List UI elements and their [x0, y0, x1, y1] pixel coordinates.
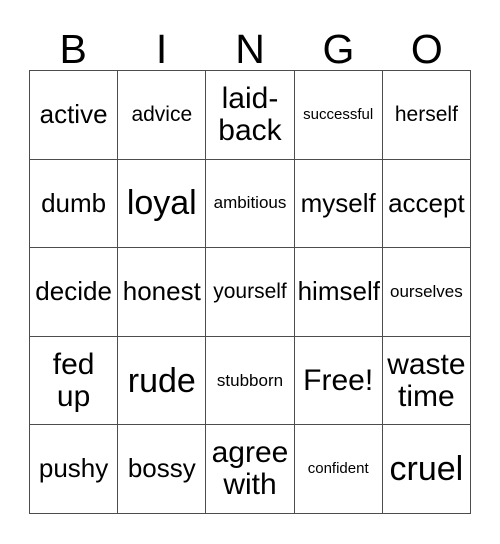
bingo-cell-label: accept — [388, 187, 465, 218]
bingo-cell[interactable]: cruel — [382, 425, 471, 514]
bingo-cell-label: confident — [307, 460, 369, 478]
bingo-cell-label: fed up — [52, 347, 95, 413]
bingo-cell[interactable]: herself — [382, 71, 471, 160]
bingo-grid: active advice laid- back successful herself d… — [29, 70, 471, 514]
bingo-cell[interactable]: pushy — [30, 425, 119, 514]
bingo-cell-label: active — [39, 99, 108, 130]
bingo-cell[interactable]: dumb — [30, 159, 119, 249]
bingo-cell[interactable]: fed up — [30, 336, 119, 426]
bingo-cell-label: successful — [303, 105, 374, 123]
bingo-cell-label: laid- back — [218, 82, 282, 147]
header-letter-g: G — [322, 26, 355, 72]
bingo-cell[interactable]: rude — [118, 336, 207, 426]
bingo-cell[interactable]: waste time — [382, 336, 471, 426]
bingo-cell-label: pushy — [38, 453, 109, 484]
bingo-cell-label: myself — [300, 187, 376, 218]
bingo-cell[interactable]: myself — [294, 159, 383, 249]
bingo-cell-label: honest — [122, 276, 201, 307]
bingo-cell-label: stubborn — [216, 370, 284, 390]
bingo-cell[interactable]: successful — [294, 71, 383, 160]
bingo-cell[interactable]: loyal — [118, 159, 207, 249]
bingo-cell-label: waste time — [387, 347, 466, 413]
header-letter-n: N — [235, 26, 265, 72]
bingo-cell-label: dumb — [41, 187, 107, 218]
bingo-cell[interactable]: decide — [30, 248, 119, 337]
bingo-cell[interactable]: yourself — [206, 248, 295, 337]
bingo-cell-label: Free! — [303, 363, 374, 397]
header-letter-o: O — [410, 26, 443, 72]
bingo-cell-label: agree with — [211, 436, 289, 502]
bingo-cell[interactable]: laid- back — [206, 71, 295, 160]
bingo-cell-label: loyal — [126, 184, 197, 223]
bingo-cell-label: bossy — [127, 453, 196, 484]
bingo-header-row: B I N G O — [29, 14, 471, 70]
bingo-cell-label: advice — [131, 102, 193, 126]
bingo-cell[interactable]: active — [30, 71, 119, 160]
bingo-cell[interactable]: ambitious — [206, 159, 295, 249]
bingo-cell-label: ambitious — [213, 193, 287, 213]
bingo-cell-label: himself — [297, 276, 380, 307]
bingo-card: B I N G O active advice laid- back successf… — [0, 0, 500, 544]
bingo-cell[interactable]: advice — [118, 71, 207, 160]
bingo-cell-label: cruel — [389, 450, 464, 489]
bingo-cell-label: decide — [35, 276, 112, 307]
bingo-cell[interactable]: agree with — [206, 425, 295, 514]
bingo-cell[interactable]: accept — [382, 159, 471, 249]
header-letter-b: B — [59, 26, 87, 72]
bingo-cell[interactable]: Free! — [294, 336, 383, 426]
bingo-cell-label: yourself — [213, 279, 287, 303]
bingo-cell[interactable]: himself — [294, 248, 383, 337]
bingo-cell[interactable]: ourselves — [382, 248, 471, 337]
bingo-cell[interactable]: stubborn — [206, 336, 295, 426]
bingo-cell-label: rude — [127, 361, 196, 400]
bingo-cell-label: ourselves — [390, 281, 463, 301]
bingo-cell[interactable]: bossy — [118, 425, 207, 514]
bingo-cell[interactable]: honest — [118, 248, 207, 337]
bingo-cell[interactable]: confident — [294, 425, 383, 514]
bingo-cell-label: herself — [394, 102, 458, 126]
header-letter-i: I — [155, 26, 168, 72]
